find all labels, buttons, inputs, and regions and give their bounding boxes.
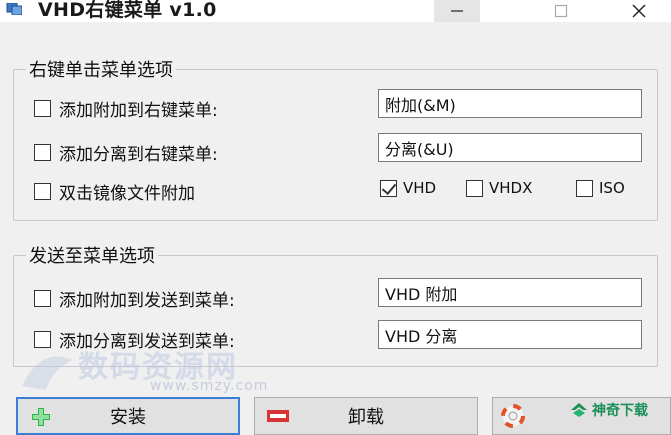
close-button[interactable]	[611, 0, 667, 22]
detach-context-checkbox[interactable]	[34, 144, 51, 161]
install-button[interactable]: 安装	[16, 397, 240, 435]
app-icon	[6, 0, 23, 16]
close-icon	[632, 4, 646, 18]
detach-sendto-checkbox[interactable]	[34, 331, 51, 348]
minimize-icon	[451, 10, 463, 12]
brand-text: 神奇下载	[592, 403, 648, 419]
vhd-option[interactable]: VHD	[380, 179, 436, 197]
iso-option[interactable]: ISO	[576, 179, 625, 197]
attach-sendto-checkbox[interactable]	[34, 290, 51, 307]
attach-context-label: 添加附加到右键菜单:	[59, 101, 218, 121]
double-click-option[interactable]: 双击镜像文件附加	[34, 179, 195, 204]
attach-sendto-input[interactable]	[378, 278, 642, 307]
minus-icon	[267, 410, 289, 422]
sendto-group-title: 发送至菜单选项	[26, 242, 158, 268]
iso-label: ISO	[599, 179, 625, 197]
watermark-url: www.smzy.com	[150, 378, 269, 394]
vhdx-checkbox[interactable]	[466, 179, 483, 197]
app-window: VHD右键菜单 v1.0 右键单击菜单选项 添加附加到右键菜单: 添加分离到右键…	[0, 0, 671, 435]
maximize-button[interactable]	[533, 0, 589, 22]
uninstall-label: 卸载	[348, 407, 384, 428]
double-click-checkbox[interactable]	[34, 183, 51, 200]
double-click-label: 双击镜像文件附加	[59, 184, 195, 204]
attach-context-option[interactable]: 添加附加到右键菜单:	[34, 96, 218, 121]
plus-icon	[32, 408, 50, 426]
brand-logo-icon	[571, 403, 587, 417]
vhdx-option[interactable]: VHDX	[466, 179, 532, 197]
vhd-label: VHD	[403, 179, 437, 197]
lifebuoy-icon	[501, 404, 525, 428]
context-menu-group-title: 右键单击菜单选项	[26, 56, 176, 82]
vhdx-label: VHDX	[489, 179, 533, 197]
attach-sendto-option[interactable]: 添加附加到发送到菜单:	[34, 286, 235, 311]
vhd-checkbox[interactable]	[380, 179, 397, 197]
title-bar[interactable]: VHD右键菜单 v1.0	[0, 0, 671, 22]
detach-sendto-input[interactable]	[378, 320, 642, 349]
iso-checkbox[interactable]	[576, 179, 593, 197]
window-title: VHD右键菜单 v1.0	[38, 0, 217, 21]
install-label: 安装	[110, 407, 146, 428]
detach-context-input[interactable]	[378, 133, 642, 162]
minimize-button[interactable]	[434, 0, 480, 22]
maximize-icon	[554, 4, 568, 18]
brand-watermark: 神奇下载	[570, 400, 648, 420]
detach-context-label: 添加分离到右键菜单:	[59, 145, 218, 165]
attach-sendto-label: 添加附加到发送到菜单:	[59, 291, 235, 311]
attach-context-checkbox[interactable]	[34, 100, 51, 117]
detach-context-option[interactable]: 添加分离到右键菜单:	[34, 140, 218, 165]
attach-context-input[interactable]	[378, 89, 642, 118]
uninstall-button[interactable]: 卸载	[254, 397, 478, 435]
